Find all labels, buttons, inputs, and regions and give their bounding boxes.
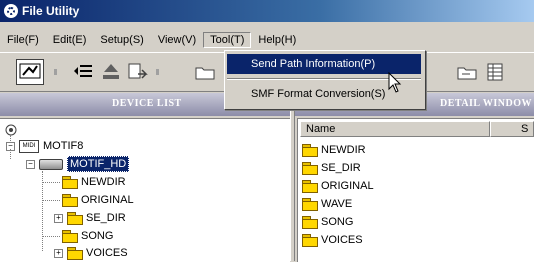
column-header-size[interactable]: S — [490, 121, 534, 137]
folder-icon — [302, 144, 318, 157]
grid-icon[interactable] — [484, 62, 506, 82]
list-item[interactable]: SE_DIR — [302, 159, 361, 177]
folder-icon — [62, 176, 78, 189]
folder-icon — [67, 212, 83, 225]
tree-folder-voices[interactable]: + VOICES — [54, 244, 128, 262]
title-bar: File Utility — [0, 0, 534, 22]
collapse-icon[interactable]: − — [26, 159, 35, 169]
device-list-header: DEVICE LIST — [112, 98, 182, 109]
list-item[interactable]: WAVE — [302, 195, 352, 213]
folder-icon — [302, 216, 318, 229]
device-icon[interactable] — [16, 59, 44, 85]
folder-icon — [302, 162, 318, 175]
eject-icon[interactable] — [100, 62, 122, 82]
list-icon[interactable] — [72, 62, 94, 82]
list-item[interactable]: ORIGINAL — [302, 177, 374, 195]
list-item[interactable]: VOICES — [302, 231, 363, 249]
folder-icon[interactable] — [456, 62, 478, 82]
tree-item-motif8[interactable]: − MIDI MOTIF8 — [6, 137, 83, 155]
menu-view[interactable]: View(V) — [151, 32, 203, 48]
toolbar-separator — [54, 69, 57, 75]
expand-icon[interactable]: + — [54, 213, 63, 223]
folder-icon — [62, 194, 78, 207]
expand-icon[interactable]: + — [54, 248, 63, 258]
window-title: File Utility — [22, 4, 80, 18]
menu-file[interactable]: File(F) — [0, 32, 46, 48]
folder-icon — [302, 180, 318, 193]
menu-edit[interactable]: Edit(E) — [46, 32, 94, 48]
menu-item-send-path-information[interactable]: Send Path Information(P) — [227, 54, 421, 74]
device-tree: − MIDI MOTIF8 − MOTIF_HD NEWDIR ORIGINAL… — [0, 118, 290, 262]
menu-help[interactable]: Help(H) — [251, 32, 303, 48]
pane-splitter[interactable] — [290, 93, 295, 261]
tree-folder-song[interactable]: SONG — [62, 227, 113, 245]
folder-icon — [67, 247, 83, 260]
tree-folder-se-dir[interactable]: + SE_DIR — [54, 209, 126, 227]
list-item[interactable]: SONG — [302, 213, 353, 231]
copy-icon[interactable] — [126, 62, 148, 82]
folder-icon — [302, 234, 318, 247]
tree-folder-newdir[interactable]: NEWDIR — [62, 173, 126, 191]
mouse-cursor-icon — [388, 71, 402, 94]
detail-list: Name S NEWDIR SE_DIR ORIGINAL WAVE SONG … — [297, 118, 534, 262]
folder-icon — [62, 230, 78, 243]
drive-icon — [39, 158, 63, 170]
column-header-name[interactable]: Name — [300, 121, 490, 137]
app-icon — [4, 4, 18, 18]
folder-icon — [302, 198, 318, 211]
folder-new-icon[interactable] — [194, 62, 216, 82]
list-item[interactable]: NEWDIR — [302, 141, 366, 159]
midi-device-icon: MIDI — [19, 139, 39, 153]
menu-bar: File(F) Edit(E) Setup(S) View(V) Tool(T)… — [0, 30, 534, 50]
tree-folder-original[interactable]: ORIGINAL — [62, 191, 134, 209]
menu-tool[interactable]: Tool(T) — [203, 32, 252, 48]
menu-setup[interactable]: Setup(S) — [93, 32, 150, 48]
detail-window-header: DETAIL WINDOW — [440, 98, 532, 109]
toolbar-separator — [156, 69, 159, 75]
